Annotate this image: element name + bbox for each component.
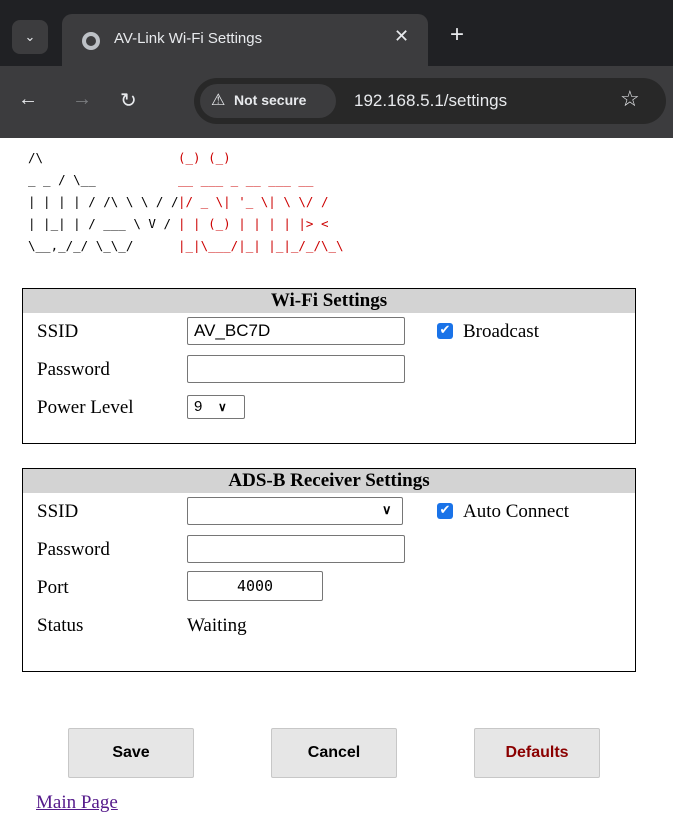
adsb-password-input[interactable] [187,535,405,563]
password-label: Password [37,539,110,560]
logo-line: |_|\___/|_| |_|_/_/\_\ [178,238,344,253]
power-level-label: Power Level [37,397,134,418]
status-label: Status [37,615,84,636]
logo-line: \__,_/_/ \_\_/ [28,238,133,253]
main-page-link[interactable]: Main Page [36,792,118,814]
status-row: Status Waiting [23,607,635,645]
security-label: Not secure [234,92,307,108]
chevron-down-icon: ⌄ [24,29,36,44]
tab-search-menu[interactable]: ⌄ [12,20,48,54]
wifi-password-row: Password [23,351,635,389]
globe-icon [82,32,100,50]
adsb-password-row: Password [23,531,635,569]
logo-line: _ _ / \__ [28,172,96,187]
tab-title: AV-Link Wi-Fi Settings [114,30,263,47]
chevron-down-icon: ∨ [382,502,392,517]
arrow-right-icon[interactable]: → [72,88,92,111]
logo-line: __ ___ _ __ ___ __ [178,172,314,187]
tab-strip: ⌄ AV-Link Wi-Fi Settings ✕ + [0,0,673,66]
warning-icon: ⚠ [211,92,226,109]
port-row: Port 4000 [23,569,635,607]
password-label: Password [37,359,110,380]
port-label: Port [37,577,69,598]
section-title: ADS-B Receiver Settings [23,469,635,493]
adsb-settings-panel: ADS-B Receiver Settings SSID ∨ ✔ Auto Co… [22,468,636,672]
avionix-logo: /\ _ _ / \__ | | | | / /\ \ \ / / | |_| | … [28,150,344,253]
ssid-label: SSID [37,501,79,522]
close-icon[interactable]: ✕ [394,26,409,47]
wifi-password-input[interactable] [187,355,405,383]
browser-toolbar: ← → ↻ ⚠ Not secure 192.168.5.1/settings … [0,66,673,138]
url-text[interactable]: 192.168.5.1/settings [354,91,507,111]
save-button[interactable]: Save [68,728,194,778]
section-title: Wi-Fi Settings [23,289,635,313]
broadcast-checkbox[interactable]: ✔ [437,323,453,339]
ssid-label: SSID [37,321,79,342]
wifi-ssid-input[interactable]: AV_BC7D [187,317,405,345]
power-level-row: Power Level 9 ∨ [23,389,635,427]
adsb-ssid-row: SSID ∨ ✔ Auto Connect [23,493,635,531]
wifi-settings-panel: Wi-Fi Settings SSID AV_BC7D ✔ Broadcast … [22,288,636,444]
logo-line: | |_| | / ___ \ V / [28,216,171,231]
browser-tab[interactable]: AV-Link Wi-Fi Settings ✕ [62,14,428,66]
adsb-ssid-select[interactable]: ∨ [187,497,403,525]
defaults-button[interactable]: Defaults [474,728,600,778]
wifi-ssid-row: SSID AV_BC7D ✔ Broadcast [23,313,635,351]
auto-connect-checkbox[interactable]: ✔ [437,503,453,519]
logo-line: | | (_) | | | | |> < [178,216,329,231]
plus-icon[interactable]: + [450,20,464,50]
broadcast-label: Broadcast [463,321,539,342]
status-value: Waiting [187,615,247,636]
power-level-select[interactable]: 9 ∨ [187,395,245,419]
security-chip[interactable]: ⚠ Not secure [200,84,336,118]
address-bar[interactable]: ⚠ Not secure 192.168.5.1/settings ☆ [194,78,666,124]
logo-line: /\ [28,150,43,165]
chevron-down-icon: ∨ [218,400,227,414]
reload-icon[interactable]: ↻ [120,88,137,113]
power-level-value: 9 [194,398,203,415]
logo-line: (_) (_) [178,150,231,165]
auto-connect-label: Auto Connect [463,501,570,522]
arrow-left-icon[interactable]: ← [18,88,38,111]
port-input[interactable]: 4000 [187,571,323,601]
logo-line: | | | | / /\ \ \ / / [28,194,179,209]
logo-line: |/ _ \| '_ \| \ \/ / [178,194,329,209]
star-icon[interactable]: ☆ [620,86,640,112]
cancel-button[interactable]: Cancel [271,728,397,778]
